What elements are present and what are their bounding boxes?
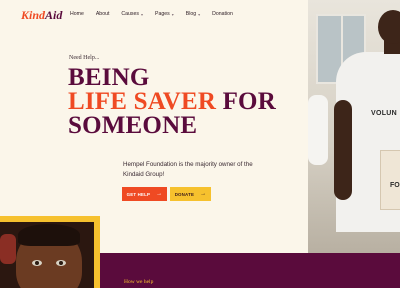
photo-shirt-text: VOLUN (371, 110, 397, 117)
hero-headline: BEING LIFE SAVER FOR SOMEONE (68, 64, 276, 139)
donate-button[interactable]: DONATE → (170, 187, 211, 201)
nav-item-donation[interactable]: Donation (212, 11, 233, 17)
nav-label: Donation (212, 11, 233, 17)
child-eye-right (56, 260, 66, 266)
photo-arm (334, 100, 352, 200)
chevron-down-icon: ▾ (171, 11, 174, 17)
photo-box (380, 150, 400, 210)
photo-head (378, 10, 400, 44)
headline-line2-rest: FOR (222, 88, 276, 115)
nav-item-about[interactable]: About (96, 11, 110, 17)
main-nav: Home About Causes ▾ Pages ▾ Blog ▾ Donation (70, 11, 245, 17)
nav-label: Blog (185, 11, 197, 17)
child-portrait-photo (0, 222, 94, 288)
logo-kind-text: Kind (21, 8, 46, 22)
headline-accent: LIFE SAVER (68, 88, 217, 115)
nav-item-home[interactable]: Home (70, 11, 84, 17)
photo-background-shape (0, 234, 16, 264)
photo-box-text: FO (390, 182, 400, 189)
child-eye-left (32, 260, 42, 266)
photo-background-person (308, 95, 328, 165)
nav-item-pages[interactable]: Pages ▾ (155, 11, 174, 17)
nav-label: Home (70, 11, 84, 17)
headline-line3: SOMEONE (68, 112, 198, 139)
logo-aid-text: Aid (45, 8, 63, 22)
child-hair (18, 224, 80, 246)
nav-label: About (95, 11, 110, 17)
get-help-label: GET HELP (126, 191, 151, 197)
site-logo[interactable]: KindAid (21, 8, 62, 23)
chevron-down-icon: ▾ (198, 11, 201, 17)
nav-item-causes[interactable]: Causes ▾ (121, 11, 143, 17)
nav-label: Pages (155, 11, 170, 17)
get-help-button[interactable]: GET HELP → (122, 187, 167, 201)
headline-line1: BEING (68, 64, 150, 91)
hero-tagline: Need Help... (69, 55, 100, 61)
section-label: How we help (124, 279, 154, 285)
nav-item-blog[interactable]: Blog ▾ (186, 11, 200, 17)
hero-description: Hempel Foundation is the majority owner … (123, 161, 253, 178)
arrow-right-icon: → (200, 191, 207, 197)
hero-volunteer-photo: VOLUN FO (308, 0, 400, 253)
chevron-down-icon: ▾ (141, 11, 144, 17)
donate-label: DONATE (174, 191, 195, 197)
arrow-right-icon: → (156, 191, 163, 197)
nav-label: Causes (121, 11, 139, 17)
